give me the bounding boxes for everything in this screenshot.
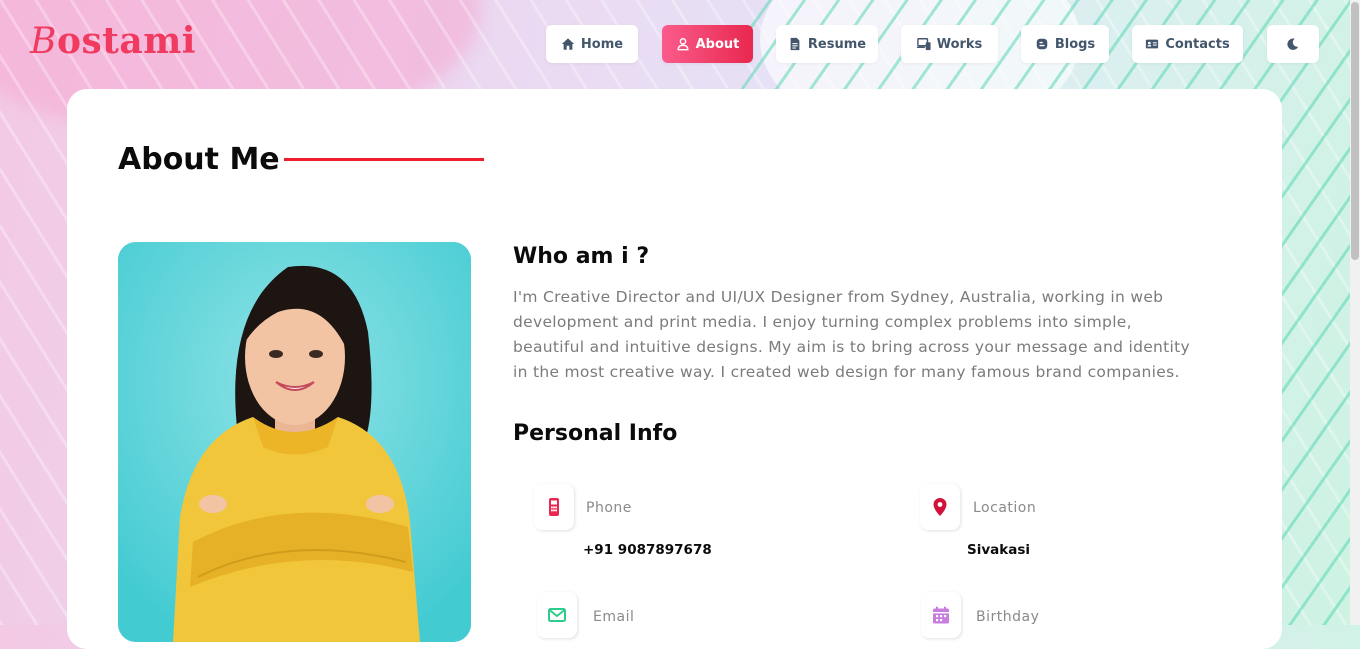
nav-blogs-button[interactable]: Blogs (1021, 25, 1109, 63)
phone-icon-box (534, 484, 574, 530)
page-scrollbar[interactable] (1350, 0, 1360, 625)
moon-icon (1287, 38, 1299, 50)
phone-label: Phone (586, 500, 632, 516)
blog-icon (1036, 38, 1048, 50)
profile-photo (118, 242, 471, 642)
envelope-icon (548, 608, 566, 622)
mobile-phone-icon (549, 498, 559, 516)
nav-works-button[interactable]: Works (901, 25, 998, 63)
site-logo[interactable]: Bostami (30, 20, 196, 62)
email-label: Email (593, 609, 635, 625)
contact-card-icon (1146, 39, 1159, 49)
location-icon-box (920, 484, 960, 530)
devices-icon (916, 38, 931, 51)
nav-blogs-label: Blogs (1054, 36, 1096, 52)
birthday-label: Birthday (976, 609, 1040, 625)
phone-value: +91 9087897678 (583, 542, 712, 558)
nav-contacts-label: Contacts (1165, 36, 1230, 52)
scrollbar-thumb[interactable] (1351, 2, 1359, 260)
map-pin-icon (933, 498, 947, 516)
nav-home-label: Home (580, 36, 624, 52)
nav-contacts-button[interactable]: Contacts (1132, 25, 1243, 63)
nav-home-button[interactable]: Home (546, 25, 638, 63)
birthday-icon-box (921, 592, 961, 638)
location-label: Location (973, 500, 1037, 516)
who-am-i-heading: Who am i ? (513, 244, 650, 269)
calendar-icon (933, 606, 949, 624)
location-value: Sivakasi (967, 542, 1031, 558)
nav-about-button[interactable]: About (662, 25, 753, 63)
page-title: About Me (118, 142, 280, 177)
theme-toggle-button[interactable] (1267, 25, 1319, 63)
user-icon (677, 38, 689, 51)
nav-resume-button[interactable]: Resume (776, 25, 878, 63)
email-icon-box (537, 592, 577, 638)
title-underline (284, 158, 484, 161)
nav-works-label: Works (936, 36, 983, 52)
about-description: I'm Creative Director and UI/UX Designer… (513, 288, 1191, 381)
document-icon (790, 37, 800, 51)
nav-about-label: About (695, 36, 740, 52)
personal-info-heading: Personal Info (513, 421, 678, 446)
nav-resume-label: Resume (807, 36, 867, 52)
home-icon (561, 38, 575, 50)
